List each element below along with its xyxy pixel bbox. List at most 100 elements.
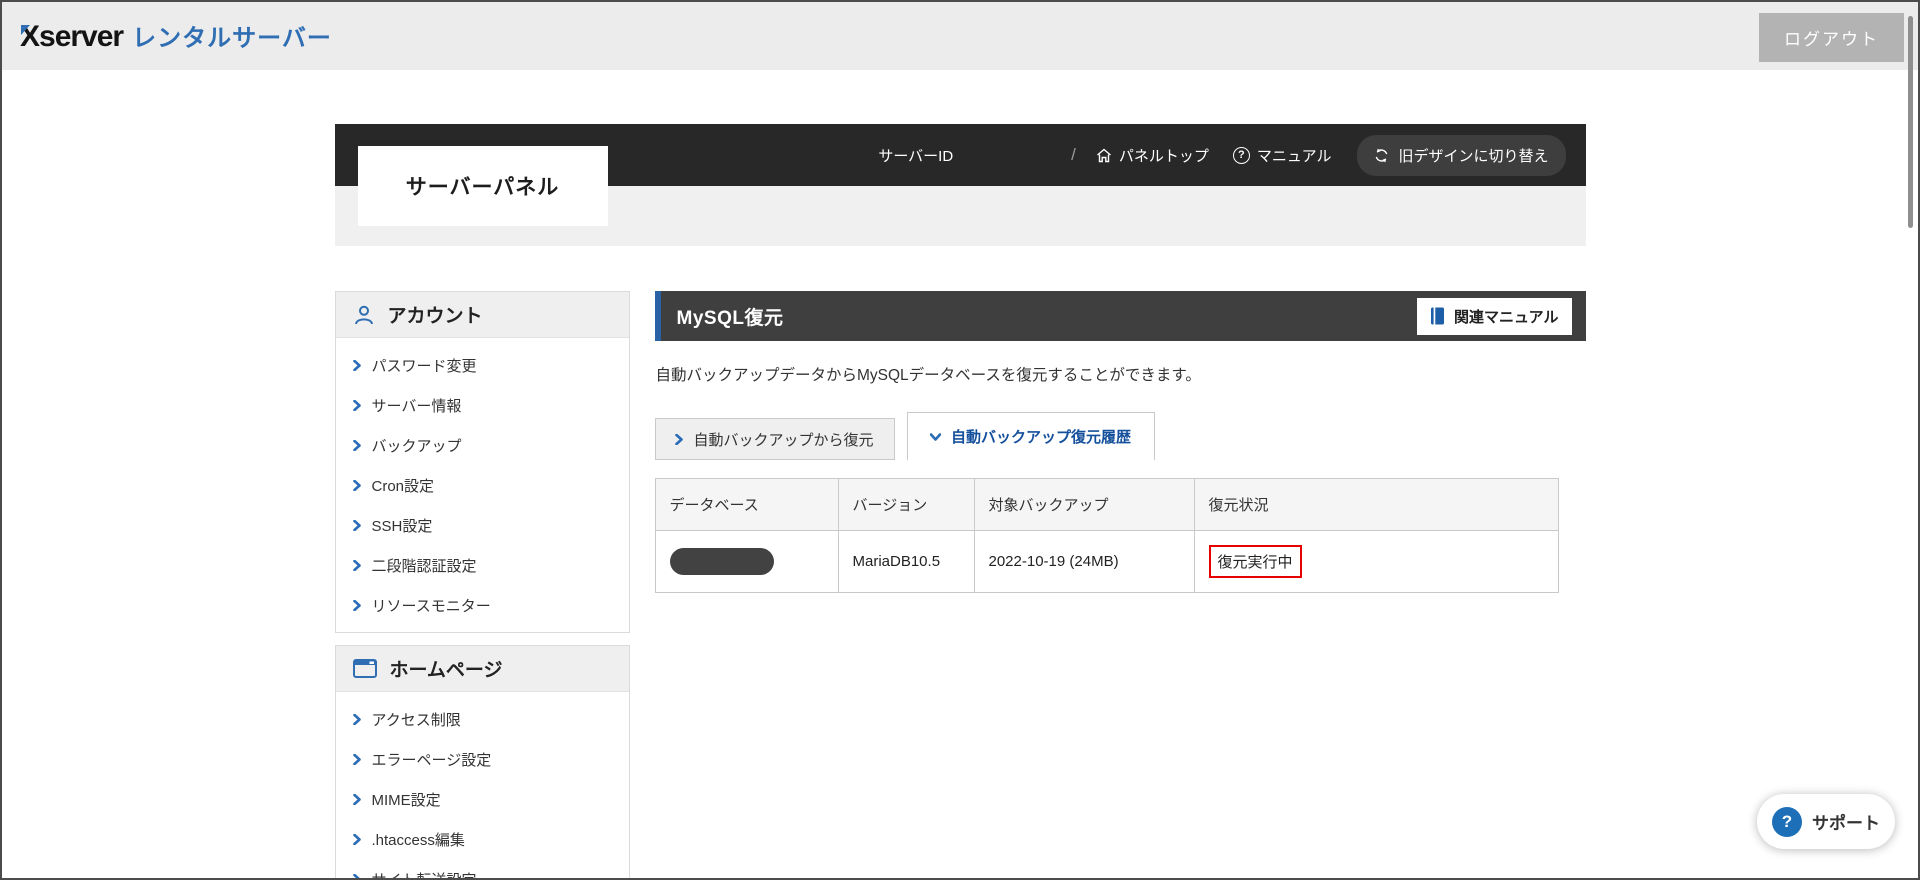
chevron-right-icon bbox=[352, 439, 361, 451]
sidebar-item-mime[interactable]: MIME設定 bbox=[336, 779, 629, 819]
panel-nav-bar: サーバーパネル サーバーID / パネルトップ ? マニュアル 旧デザインに切り… bbox=[334, 124, 1586, 226]
server-panel-title: サーバーパネル bbox=[357, 146, 608, 226]
support-label: サポート bbox=[1812, 814, 1880, 833]
logo-text-xserver: Xserver bbox=[20, 20, 124, 53]
tab-label: 自動バックアップから復元 bbox=[693, 431, 874, 449]
chevron-right-icon bbox=[352, 793, 361, 805]
book-icon bbox=[1430, 307, 1445, 325]
page-description: 自動バックアップデータからMySQLデータベースを復元することができます。 bbox=[655, 367, 1201, 384]
column-header-database: データベース bbox=[654, 478, 839, 531]
home-icon bbox=[1096, 148, 1112, 163]
nav-separator: / bbox=[1071, 145, 1076, 164]
question-icon: ? bbox=[1772, 806, 1802, 837]
sidebar-item-backup[interactable]: バックアップ bbox=[336, 425, 629, 465]
sidebar-item-label: .htaccess編集 bbox=[371, 831, 465, 849]
sidebar-header-label: ホームページ bbox=[389, 660, 503, 681]
chevron-right-icon bbox=[352, 399, 361, 411]
sidebar-item-cron[interactable]: Cron設定 bbox=[336, 465, 629, 505]
sidebar-item-ssh[interactable]: SSH設定 bbox=[336, 505, 629, 545]
sidebar-header-account: アカウント bbox=[335, 292, 629, 338]
related-manual-label: 関連マニュアル bbox=[1453, 308, 1559, 326]
tab-bar: 自動バックアップから復元 自動バックアップ復元履歴 bbox=[654, 412, 1586, 460]
switch-old-design-button[interactable]: 旧デザインに切り替え bbox=[1357, 134, 1566, 176]
panel-nav: サーバーID / パネルトップ ? マニュアル 旧デザインに切り替え bbox=[878, 134, 1566, 176]
sidebar-item-label: Cron設定 bbox=[371, 477, 435, 495]
sidebar-header-homepage: ホームページ bbox=[335, 646, 629, 692]
chevron-right-icon bbox=[352, 873, 361, 878]
cell-restore-status: 復元実行中 bbox=[1193, 530, 1559, 593]
sidebar-item-label: パスワード変更 bbox=[371, 357, 477, 375]
sidebar-item-label: サイト転送設定 bbox=[371, 871, 477, 880]
page-title: MySQL復元 bbox=[676, 307, 784, 329]
chevron-right-icon bbox=[675, 433, 684, 445]
sidebar-item-access-restriction[interactable]: アクセス制限 bbox=[336, 699, 629, 739]
sidebar-item-label: MIME設定 bbox=[371, 791, 441, 809]
panel-top-link[interactable]: パネルトップ bbox=[1096, 145, 1209, 166]
column-header-restore-status: 復元状況 bbox=[1193, 478, 1559, 531]
sidebar-section-homepage: ホームページ アクセス制限 エラーページ設定 MIME設定 .htaccess編… bbox=[334, 645, 630, 880]
sidebar-item-list: パスワード変更 サーバー情報 バックアップ Cron設定 SSH設定 二段階認証… bbox=[336, 338, 629, 632]
cell-version: MariaDB10.5 bbox=[837, 530, 975, 593]
question-icon: ? bbox=[1232, 146, 1250, 164]
sidebar: アカウント パスワード変更 サーバー情報 バックアップ Cron設定 SSH設定… bbox=[334, 291, 630, 880]
scrollbar[interactable] bbox=[1908, 16, 1913, 228]
column-header-target-backup: 対象バックアップ bbox=[973, 478, 1195, 531]
xserver-logo[interactable]: Xserver レンタルサーバー bbox=[20, 18, 332, 54]
support-button[interactable]: ? サポート bbox=[1757, 794, 1895, 849]
sidebar-item-site-transfer[interactable]: サイト転送設定 bbox=[336, 859, 629, 880]
page-title-bar: MySQL復元 関連マニュアル bbox=[654, 291, 1586, 341]
chevron-right-icon bbox=[352, 359, 361, 371]
sidebar-item-password-change[interactable]: パスワード変更 bbox=[336, 345, 629, 385]
tab-restore-history[interactable]: 自動バックアップ復元履歴 bbox=[906, 412, 1155, 460]
browser-window: Xserver レンタルサーバー ログアウト サーバーパネル サーバーID / bbox=[0, 0, 1920, 880]
column-header-version: バージョン bbox=[837, 478, 975, 531]
logo-x-accent bbox=[21, 25, 30, 35]
cell-target-backup: 2022-10-19 (24MB) bbox=[973, 530, 1195, 593]
sidebar-header-label: アカウント bbox=[387, 306, 483, 327]
sidebar-item-label: エラーページ設定 bbox=[371, 751, 492, 769]
restore-history-table: データベース バージョン 対象バックアップ 復元状況 MariaDB10.5 2… bbox=[654, 478, 1559, 593]
cell-database bbox=[654, 530, 839, 593]
logout-button[interactable]: ログアウト bbox=[1759, 13, 1904, 62]
tab-restore-from-backup[interactable]: 自動バックアップから復元 bbox=[654, 418, 895, 460]
sidebar-item-two-factor[interactable]: 二段階認証設定 bbox=[336, 545, 629, 585]
main-content: MySQL復元 関連マニュアル 自動バックアップデータからMySQLデータベース… bbox=[654, 291, 1586, 593]
table-row: MariaDB10.5 2022-10-19 (24MB) 復元実行中 bbox=[654, 530, 1559, 593]
top-header: Xserver レンタルサーバー ログアウト bbox=[2, 2, 1918, 70]
panel-top-label: パネルトップ bbox=[1118, 147, 1209, 165]
chevron-right-icon bbox=[352, 753, 361, 765]
sidebar-item-list: アクセス制限 エラーページ設定 MIME設定 .htaccess編集 サイト転送… bbox=[336, 692, 629, 880]
sidebar-item-resource-monitor[interactable]: リソースモニター bbox=[336, 585, 629, 625]
status-badge: 復元実行中 bbox=[1208, 545, 1302, 578]
refresh-icon bbox=[1374, 148, 1389, 163]
related-manual-button[interactable]: 関連マニュアル bbox=[1416, 297, 1572, 335]
sidebar-item-label: SSH設定 bbox=[371, 517, 433, 535]
sidebar-section-account: アカウント パスワード変更 サーバー情報 バックアップ Cron設定 SSH設定… bbox=[334, 291, 630, 633]
panel-container: サーバーパネル サーバーID / パネルトップ ? マニュアル 旧デザインに切り… bbox=[334, 124, 1586, 880]
server-id-label: サーバーID bbox=[878, 147, 954, 165]
sidebar-item-label: リソースモニター bbox=[371, 597, 491, 615]
sidebar-item-htaccess[interactable]: .htaccess編集 bbox=[336, 819, 629, 859]
logo-text-rental-server: レンタルサーバー bbox=[132, 25, 332, 52]
user-icon bbox=[353, 304, 375, 326]
chevron-right-icon bbox=[352, 519, 361, 531]
manual-link[interactable]: ? マニュアル bbox=[1232, 145, 1332, 166]
table-header-row: データベース バージョン 対象バックアップ 復元状況 bbox=[654, 478, 1559, 531]
chevron-right-icon bbox=[352, 559, 361, 571]
chevron-right-icon bbox=[352, 833, 361, 845]
chevron-right-icon bbox=[352, 713, 361, 725]
sidebar-item-label: アクセス制限 bbox=[371, 711, 461, 729]
sidebar-item-label: 二段階認証設定 bbox=[371, 557, 477, 575]
chevron-down-icon bbox=[929, 432, 941, 441]
browser-icon bbox=[352, 659, 377, 678]
database-name-redacted bbox=[669, 548, 774, 575]
server-panel-header: サーバーパネル サーバーID / パネルトップ ? マニュアル 旧デザインに切り… bbox=[334, 124, 1586, 246]
sidebar-item-label: バックアップ bbox=[371, 437, 462, 455]
switch-old-design-label: 旧デザインに切り替え bbox=[1398, 147, 1549, 165]
manual-label: マニュアル bbox=[1256, 147, 1332, 165]
tab-label: 自動バックアップ復元履歴 bbox=[950, 429, 1131, 446]
chevron-right-icon bbox=[352, 479, 361, 491]
sidebar-item-error-page[interactable]: エラーページ設定 bbox=[336, 739, 629, 779]
sidebar-item-server-info[interactable]: サーバー情報 bbox=[336, 385, 629, 425]
sidebar-item-label: サーバー情報 bbox=[371, 397, 462, 415]
